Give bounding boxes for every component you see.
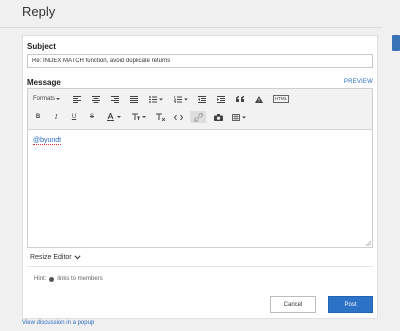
post-button[interactable]: Post: [328, 296, 373, 313]
at-mention-icon: [49, 276, 55, 282]
code-icon[interactable]: [172, 111, 184, 123]
clear-format-icon[interactable]: [154, 111, 166, 123]
message-body[interactable]: @byundt: [33, 137, 62, 145]
underline-icon[interactable]: U: [68, 111, 80, 123]
text-color-icon: [107, 113, 121, 121]
hint-text: links to members: [57, 276, 103, 282]
font-size-icon: [132, 113, 146, 120]
table-dropdown[interactable]: [230, 111, 248, 123]
link-icon[interactable]: [190, 111, 206, 123]
blockquote-icon[interactable]: [234, 93, 246, 105]
outdent-icon[interactable]: [196, 93, 208, 105]
bold-icon[interactable]: B: [32, 111, 44, 123]
chevron-down-icon: [74, 255, 81, 260]
resize-divider: [27, 266, 373, 267]
hint: Hint: links to members: [34, 276, 103, 282]
hint-prefix: Hint:: [34, 276, 47, 282]
font-size-dropdown[interactable]: [130, 111, 148, 123]
formats-label: Formats: [32, 96, 55, 102]
resize-editor-toggle[interactable]: Resize Editor: [30, 254, 81, 261]
align-justify-icon[interactable]: [128, 93, 140, 105]
text-color-dropdown[interactable]: [104, 111, 124, 123]
camera-icon[interactable]: [212, 111, 224, 123]
bullet-list-icon: [149, 95, 163, 103]
subject-input[interactable]: [27, 54, 373, 68]
resize-grip-icon[interactable]: [365, 240, 371, 246]
align-left-icon[interactable]: [71, 93, 83, 105]
title-divider: [0, 27, 382, 28]
numbered-list-icon: [174, 95, 188, 103]
resize-editor-label: Resize Editor: [30, 254, 72, 261]
caret-down-icon: [56, 98, 60, 100]
subject-label: Subject: [27, 42, 56, 51]
html-label: HTML: [272, 95, 290, 103]
warning-icon[interactable]: [253, 93, 265, 105]
strikethrough-icon[interactable]: S: [86, 111, 98, 123]
align-center-icon[interactable]: [90, 93, 102, 105]
side-marker: [392, 35, 400, 51]
numbered-list-dropdown[interactable]: [172, 93, 190, 105]
view-in-popup-link[interactable]: View discussion in a popup: [22, 320, 94, 326]
bullet-list-dropdown[interactable]: [147, 93, 165, 105]
member-mention[interactable]: @byundt: [33, 137, 62, 145]
indent-icon[interactable]: [215, 93, 227, 105]
message-editor: Formats HTML B I U S @byundt: [27, 88, 373, 248]
editor-toolbar: Formats HTML B I U S: [28, 89, 372, 130]
table-icon: [232, 113, 246, 121]
formats-dropdown[interactable]: Formats: [32, 93, 62, 105]
page-title: Reply: [22, 4, 56, 19]
preview-link[interactable]: PREVIEW: [344, 79, 373, 85]
align-right-icon[interactable]: [109, 93, 121, 105]
html-source-button[interactable]: HTML: [272, 93, 290, 105]
cancel-button[interactable]: Cancel: [270, 296, 316, 313]
message-label: Message: [27, 78, 61, 87]
italic-icon[interactable]: I: [50, 111, 62, 123]
